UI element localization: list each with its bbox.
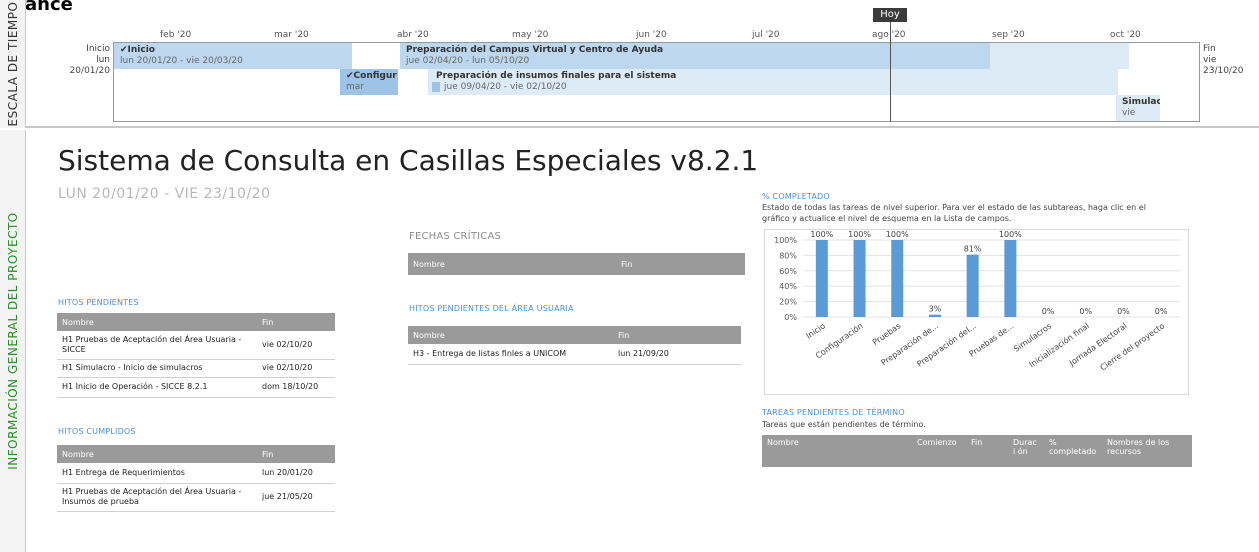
- chart-data-label: 100%: [848, 230, 871, 239]
- col-completado: % completado: [1044, 435, 1102, 467]
- timeline-month: feb '20: [160, 30, 192, 40]
- chart-ytick-label: 100%: [774, 236, 797, 245]
- col-fin: Fin: [616, 253, 745, 275]
- table-row[interactable]: H1 Pruebas de Aceptación del Área Usuari…: [57, 331, 335, 360]
- chart-category-label: Inicio: [804, 321, 827, 341]
- project-dates: LUN 20/01/20 - VIE 23/10/20: [58, 186, 271, 202]
- today-flag: Hoy: [873, 8, 907, 22]
- timeline-start: Inicio lun 20/01/20: [69, 44, 110, 76]
- timeline-bar-simulacro[interactable]: Simulacr vie: [1116, 95, 1160, 121]
- chart-data-label: 81%: [964, 245, 982, 254]
- hitos-cumplidos-heading: HITOS CUMPLIDOS: [58, 427, 136, 436]
- hitos-pendientes-table: Nombre Fin H1 Pruebas de Aceptación del …: [57, 313, 335, 398]
- timeline-side-label: ESCALA DE TIEMPO: [0, 0, 26, 128]
- chart-category-label: Inicialización final: [1027, 320, 1091, 369]
- col-nombre: Nombre: [57, 313, 257, 331]
- col-duracion: Duraci ón: [1008, 435, 1044, 467]
- table-header-row: Nombre Fin: [57, 445, 335, 463]
- info-side-label: INFORMACIÓN GENERAL DEL PROYECTO: [0, 130, 26, 552]
- col-fin: Fin: [966, 435, 1008, 467]
- fechas-criticas-heading: FECHAS CRÍTICAS: [409, 231, 502, 242]
- chart-bar: [891, 240, 904, 317]
- col-nombre: Nombre: [762, 435, 912, 467]
- chart-bar: [815, 240, 828, 317]
- table-header-row: Nombre Comienzo Fin Duraci ón % completa…: [762, 435, 1192, 467]
- chart-category-label: Cierre del proyecto: [1099, 321, 1167, 372]
- hitos-usuaria-heading: HITOS PENDIENTES DEL ÁREA USUARIA: [409, 304, 574, 313]
- hitos-usuaria-table: Nombre Fin H3 - Entrega de listas finles…: [408, 326, 741, 365]
- timeline-month: jun '20: [636, 30, 667, 40]
- timeline-month: sep '20: [992, 30, 1025, 40]
- chart-category-label: Pruebas: [871, 321, 902, 347]
- col-nombre: Nombre: [408, 253, 616, 275]
- timeline-month: mar '20: [274, 30, 309, 40]
- timeline-end: Fin vie 23/10/20: [1203, 44, 1244, 76]
- chart-data-label: 0%: [1042, 307, 1055, 316]
- table-row[interactable]: H1 Entrega de Requerimientos lun 20/01/2…: [57, 463, 335, 484]
- chart-ytick-label: 60%: [779, 267, 797, 276]
- table-header-row: Nombre Fin: [57, 313, 335, 331]
- timeline-month: ago '20: [872, 30, 906, 40]
- col-fin: Fin: [257, 313, 335, 331]
- timeline-bar-insumos[interactable]: Preparación de insumos finales para el s…: [428, 69, 1118, 95]
- timeline-bar-configuracion[interactable]: ✔Configur mar: [340, 69, 398, 95]
- table-row[interactable]: H1 Pruebas de Aceptación del Área Usuari…: [57, 483, 335, 512]
- col-fin: Fin: [613, 326, 741, 344]
- table-row[interactable]: H3 - Entrega de listas finles a UNICOM l…: [408, 344, 741, 365]
- hitos-cumplidos-table: Nombre Fin H1 Entrega de Requerimientos …: [57, 445, 335, 512]
- col-recursos: Nombres de los recursos: [1102, 435, 1192, 467]
- chart-ytick-label: 0%: [784, 313, 797, 322]
- chart-data-label: 0%: [1117, 307, 1130, 316]
- chart-data-label: 100%: [810, 230, 833, 239]
- timeline-bar-inicio[interactable]: ✔Inicio lun 20/01/20 - vie 20/03/20: [114, 43, 352, 69]
- project-title: Sistema de Consulta en Casillas Especial…: [58, 144, 759, 177]
- col-comienzo: Comienzo: [912, 435, 966, 467]
- chart-data-label: 100%: [999, 230, 1022, 239]
- chart-ytick-label: 40%: [779, 282, 797, 291]
- timeline-bar-campus[interactable]: Preparación del Campus Virtual y Centro …: [400, 43, 990, 69]
- completado-heading: % COMPLETADO: [762, 192, 830, 201]
- timeline-month: may '20: [512, 30, 549, 40]
- chart-ytick-label: 20%: [779, 298, 797, 307]
- timeline-bar-campus-rest: [990, 43, 1129, 69]
- chart-data-label: 0%: [1079, 307, 1092, 316]
- timeline-month: abr '20: [397, 30, 429, 40]
- chart-ytick-label: 80%: [779, 251, 797, 260]
- tareas-pendientes-heading: TAREAS PENDIENTES DE TÉRMINO: [762, 408, 905, 417]
- table-row[interactable]: H1 Inicio de Operación - SICCE 8.2.1 dom…: [57, 377, 335, 398]
- fechas-criticas-table: Nombre Fin: [408, 253, 745, 275]
- chart-data-label: 0%: [1155, 307, 1168, 316]
- table-header-row: Nombre Fin: [408, 253, 745, 275]
- col-nombre: Nombre: [408, 326, 613, 344]
- chart-bar: [966, 254, 979, 317]
- tareas-pendientes-description: Tareas que están pendientes de término.: [762, 420, 926, 429]
- percent-complete-chart[interactable]: 100% 80% 60% 40% 20% 0% 100% Inicio 100% Configur…: [764, 229, 1189, 395]
- chart-bar: [928, 314, 941, 317]
- chart-svg: 100%80%60%40%20%0%100%Inicio100%Configur…: [774, 230, 1180, 372]
- table-row[interactable]: H1 Simulacro - Inicio de simulacros vie …: [57, 359, 335, 378]
- chart-bar: [1004, 240, 1017, 317]
- col-nombre: Nombre: [57, 445, 257, 463]
- col-fin: Fin: [257, 445, 335, 463]
- timeline-month: oct '20: [1110, 30, 1141, 40]
- completado-description: Estado de todas las tareas de nivel supe…: [762, 203, 1146, 223]
- chart-data-label: 100%: [886, 230, 909, 239]
- tareas-pendientes-table: Nombre Comienzo Fin Duraci ón % completa…: [762, 435, 1192, 467]
- table-header-row: Nombre Fin: [408, 326, 741, 344]
- chart-bar: [853, 240, 866, 317]
- today-marker-line: [890, 22, 891, 122]
- timeline-month: jul '20: [752, 30, 780, 40]
- chart-data-label: 3%: [929, 305, 942, 314]
- timeline-section: ESCALA DE TIEMPO feb '20 mar '20 abr '20…: [0, 0, 1259, 128]
- hitos-pendientes-heading: HITOS PENDIENTES: [58, 298, 139, 307]
